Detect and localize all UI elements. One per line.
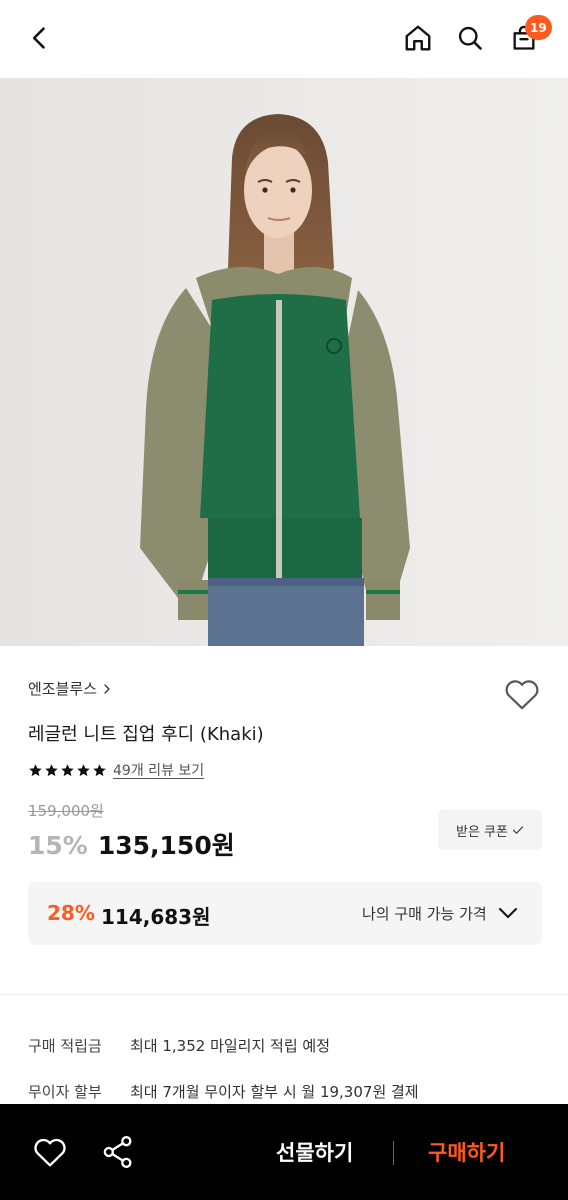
buy-button[interactable]: 구매하기 [428,1137,505,1167]
original-price: 159,000원 [28,802,104,820]
received-coupon-button[interactable]: 받은 쿠폰 [438,810,542,850]
brand-name: 엔조블루스 [28,680,98,698]
heart-outline-icon [34,1138,66,1167]
rating-row: 49개 리뷰 보기 [28,760,204,780]
wishlist-button[interactable] [502,674,542,714]
installment-label: 무이자 할부 [28,1083,102,1101]
share-button[interactable] [98,1132,138,1172]
check-icon [512,826,524,834]
installment-value: 최대 7개월 무이자 할부 시 월 19,307원 결제 [130,1083,419,1101]
model-photo [0,78,568,646]
home-button[interactable] [398,18,438,58]
product-image[interactable] [0,78,568,646]
star-icon [45,763,58,776]
my-price-amount: 114,683원 [101,905,211,929]
points-value: 최대 1,352 마일리지 적립 예정 [130,1037,331,1055]
gift-button[interactable]: 선물하기 [276,1137,353,1167]
top-nav-bar: 19 [0,0,568,78]
chevron-down-icon [499,908,517,918]
cart-button[interactable]: 19 [504,15,552,58]
my-price-rate: 28% [47,901,95,925]
price-row: 15% 135,150원 [28,826,235,862]
installment-row: 무이자 할부 최대 7개월 무이자 할부 시 월 19,307원 결제 [28,1081,419,1102]
button-divider [393,1141,394,1165]
my-price-box[interactable]: 28% 114,683원 나의 구매 가능 가격 [28,882,542,945]
bottom-wishlist-button[interactable] [30,1132,70,1172]
star-icon [29,763,42,776]
points-row: 구매 적립금 최대 1,352 마일리지 적립 예정 [28,1035,330,1056]
discount-rate: 15% [28,831,88,860]
points-label: 구매 적립금 [28,1037,102,1055]
back-button[interactable] [20,18,60,58]
product-title: 레글런 니트 집업 후디 (Khaki) [28,724,264,745]
star-icon [77,763,90,776]
bottom-action-bar: 선물하기 구매하기 [0,1104,568,1200]
brand-link[interactable]: 엔조블루스 [28,678,113,699]
chevron-left-icon [32,27,45,49]
search-icon [458,26,482,50]
sale-price: 135,150원 [97,831,235,860]
my-price-label: 나의 구매 가능 가격 [362,905,487,923]
home-icon [405,25,431,51]
star-rating [28,763,107,778]
section-divider [0,994,568,995]
cart-count-badge: 19 [525,15,552,40]
heart-outline-icon [505,680,539,710]
coupon-label: 받은 쿠폰 [456,824,508,840]
share-icon [103,1135,132,1169]
review-link[interactable]: 49개 리뷰 보기 [113,760,204,780]
search-button[interactable] [450,18,490,58]
chevron-right-icon [104,683,110,694]
star-icon [93,763,106,776]
star-icon [61,763,74,776]
